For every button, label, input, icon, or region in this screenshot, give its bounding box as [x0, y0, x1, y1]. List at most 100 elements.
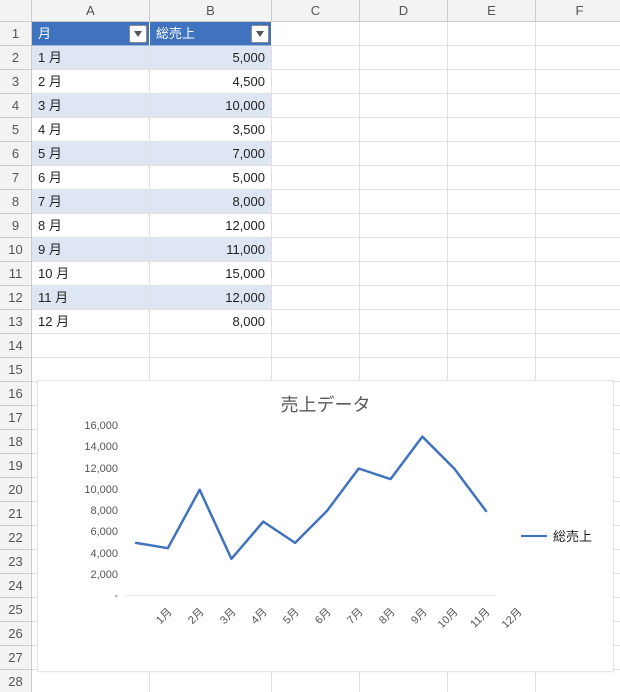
cell-D4[interactable] — [360, 94, 448, 118]
row-header-18[interactable]: 18 — [0, 430, 32, 454]
cell-C5[interactable] — [272, 118, 360, 142]
cell-B14[interactable] — [150, 334, 272, 358]
cell-D7[interactable] — [360, 166, 448, 190]
row-header-10[interactable]: 10 — [0, 238, 32, 262]
cell-A9[interactable]: 8 月 — [32, 214, 150, 238]
cell-C11[interactable] — [272, 262, 360, 286]
row-header-28[interactable]: 28 — [0, 670, 32, 692]
cell-C10[interactable] — [272, 238, 360, 262]
row-header-27[interactable]: 27 — [0, 646, 32, 670]
cell-C3[interactable] — [272, 70, 360, 94]
cell-A4[interactable]: 3 月 — [32, 94, 150, 118]
row-header-26[interactable]: 26 — [0, 622, 32, 646]
row-header-16[interactable]: 16 — [0, 382, 32, 406]
cell-D28[interactable] — [360, 670, 448, 692]
cell-F8[interactable] — [536, 190, 620, 214]
cell-A7[interactable]: 6 月 — [32, 166, 150, 190]
cell-A5[interactable]: 4 月 — [32, 118, 150, 142]
cell-C8[interactable] — [272, 190, 360, 214]
chart-container[interactable]: 売上データ -2,0004,0006,0008,00010,00012,0001… — [37, 380, 614, 672]
cell-C7[interactable] — [272, 166, 360, 190]
cell-F7[interactable] — [536, 166, 620, 190]
column-header-A[interactable]: A — [32, 0, 150, 22]
row-header-20[interactable]: 20 — [0, 478, 32, 502]
cell-B5[interactable]: 3,500 — [150, 118, 272, 142]
cell-A2[interactable]: 1 月 — [32, 46, 150, 70]
row-header-1[interactable]: 1 — [0, 22, 32, 46]
row-header-2[interactable]: 2 — [0, 46, 32, 70]
cell-A12[interactable]: 11 月 — [32, 286, 150, 310]
cell-D13[interactable] — [360, 310, 448, 334]
cell-B1[interactable]: 総売上 — [150, 22, 272, 46]
select-all-corner[interactable] — [0, 0, 32, 22]
cell-E10[interactable] — [448, 238, 536, 262]
row-header-5[interactable]: 5 — [0, 118, 32, 142]
cell-A1[interactable]: 月 — [32, 22, 150, 46]
cell-D9[interactable] — [360, 214, 448, 238]
cell-D12[interactable] — [360, 286, 448, 310]
column-header-D[interactable]: D — [360, 0, 448, 22]
cell-B15[interactable] — [150, 358, 272, 382]
column-header-B[interactable]: B — [150, 0, 272, 22]
row-header-11[interactable]: 11 — [0, 262, 32, 286]
cell-D3[interactable] — [360, 70, 448, 94]
column-header-C[interactable]: C — [272, 0, 360, 22]
cell-F15[interactable] — [536, 358, 620, 382]
cell-A15[interactable] — [32, 358, 150, 382]
cell-C1[interactable] — [272, 22, 360, 46]
cell-B13[interactable]: 8,000 — [150, 310, 272, 334]
cell-B28[interactable] — [150, 670, 272, 692]
row-header-13[interactable]: 13 — [0, 310, 32, 334]
cell-F4[interactable] — [536, 94, 620, 118]
cell-D2[interactable] — [360, 46, 448, 70]
row-header-22[interactable]: 22 — [0, 526, 32, 550]
cell-E5[interactable] — [448, 118, 536, 142]
cell-A11[interactable]: 10 月 — [32, 262, 150, 286]
cell-A10[interactable]: 9 月 — [32, 238, 150, 262]
row-header-9[interactable]: 9 — [0, 214, 32, 238]
cell-B7[interactable]: 5,000 — [150, 166, 272, 190]
cell-E1[interactable] — [448, 22, 536, 46]
cell-E13[interactable] — [448, 310, 536, 334]
cell-A14[interactable] — [32, 334, 150, 358]
row-header-12[interactable]: 12 — [0, 286, 32, 310]
row-header-3[interactable]: 3 — [0, 70, 32, 94]
cell-D5[interactable] — [360, 118, 448, 142]
filter-button[interactable] — [251, 25, 269, 43]
cell-C12[interactable] — [272, 286, 360, 310]
cell-E4[interactable] — [448, 94, 536, 118]
row-header-15[interactable]: 15 — [0, 358, 32, 382]
row-header-25[interactable]: 25 — [0, 598, 32, 622]
cell-A8[interactable]: 7 月 — [32, 190, 150, 214]
row-header-8[interactable]: 8 — [0, 190, 32, 214]
cell-F11[interactable] — [536, 262, 620, 286]
cell-D14[interactable] — [360, 334, 448, 358]
row-header-19[interactable]: 19 — [0, 454, 32, 478]
row-header-21[interactable]: 21 — [0, 502, 32, 526]
cell-B10[interactable]: 11,000 — [150, 238, 272, 262]
cell-F3[interactable] — [536, 70, 620, 94]
cell-F28[interactable] — [536, 670, 620, 692]
cell-F5[interactable] — [536, 118, 620, 142]
cell-C9[interactable] — [272, 214, 360, 238]
cell-E7[interactable] — [448, 166, 536, 190]
cell-C4[interactable] — [272, 94, 360, 118]
cell-F13[interactable] — [536, 310, 620, 334]
row-header-6[interactable]: 6 — [0, 142, 32, 166]
cell-D11[interactable] — [360, 262, 448, 286]
column-header-E[interactable]: E — [448, 0, 536, 22]
cell-E11[interactable] — [448, 262, 536, 286]
cell-D6[interactable] — [360, 142, 448, 166]
cell-F14[interactable] — [536, 334, 620, 358]
cell-E9[interactable] — [448, 214, 536, 238]
cell-D15[interactable] — [360, 358, 448, 382]
cell-A28[interactable] — [32, 670, 150, 692]
cell-E14[interactable] — [448, 334, 536, 358]
cell-C2[interactable] — [272, 46, 360, 70]
cell-E2[interactable] — [448, 46, 536, 70]
cell-B3[interactable]: 4,500 — [150, 70, 272, 94]
cell-C15[interactable] — [272, 358, 360, 382]
row-header-24[interactable]: 24 — [0, 574, 32, 598]
cell-F12[interactable] — [536, 286, 620, 310]
cell-C28[interactable] — [272, 670, 360, 692]
